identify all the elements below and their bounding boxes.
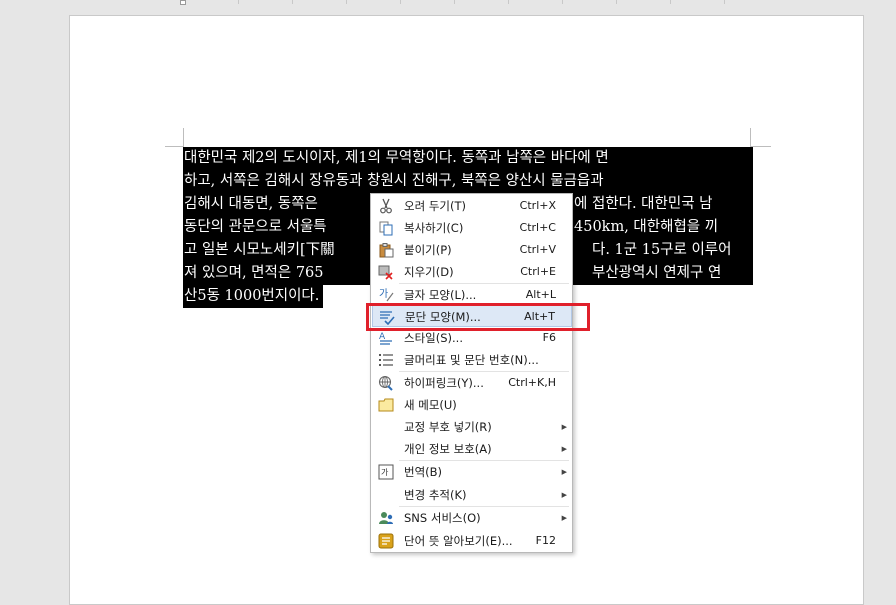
menu-item-label: 교정 부호 넣기(R) bbox=[404, 420, 492, 434]
horizontal-ruler[interactable] bbox=[0, 0, 896, 6]
menu-item-label: SNS 서비스(O) bbox=[404, 511, 481, 525]
ruler-tick bbox=[670, 0, 671, 4]
submenu-arrow-icon: ▶ bbox=[561, 514, 567, 522]
menu-item-label: 복사하기(C) bbox=[404, 221, 464, 235]
memo-icon bbox=[378, 397, 394, 413]
menu-item-label: 새 메모(U) bbox=[404, 398, 457, 412]
char-shape-icon: 가 bbox=[378, 287, 394, 303]
crop-mark bbox=[750, 128, 751, 147]
menu-item-track-changes[interactable]: 변경 추적(K) ▶ bbox=[372, 484, 572, 506]
menu-item-label: 단어 뜻 알아보기(E)... bbox=[404, 534, 513, 548]
menu-item-bullets-numbering[interactable]: 글머리표 및 문단 번호(N)... bbox=[372, 349, 572, 371]
submenu-arrow-icon: ▶ bbox=[561, 423, 567, 431]
menu-item-shortcut: Ctrl+C bbox=[519, 221, 556, 234]
text-line-left: 져 있으며, 면적은 765 bbox=[184, 265, 324, 281]
bullet-list-icon bbox=[378, 352, 394, 368]
text-line-right: 부산광역시 연제구 연 bbox=[592, 265, 722, 281]
menu-item-label: 글머리표 및 문단 번호(N)... bbox=[404, 353, 539, 367]
menu-item-label: 오려 두기(T) bbox=[404, 199, 466, 213]
svg-text:가: 가 bbox=[379, 288, 388, 300]
menu-item-translate[interactable]: 가 번역(B) ▶ bbox=[372, 461, 572, 483]
ruler-tick bbox=[616, 0, 617, 4]
ruler-tick bbox=[346, 0, 347, 4]
menu-item-label: 개인 정보 보호(A) bbox=[404, 442, 492, 456]
menu-item-privacy-protection[interactable]: 개인 정보 보호(A) ▶ bbox=[372, 438, 572, 460]
menu-item-label: 지우기(D) bbox=[404, 265, 454, 279]
erase-icon bbox=[378, 264, 394, 280]
ruler-tick bbox=[400, 0, 401, 4]
dictionary-icon bbox=[378, 533, 394, 549]
text-line-left: 김해시 대동면, 동쪽은 bbox=[184, 196, 318, 212]
text-line[interactable]: 산5동 1000번지이다. bbox=[183, 285, 324, 308]
crop-mark bbox=[165, 146, 183, 147]
crop-mark bbox=[183, 128, 184, 147]
menu-item-proofreading-marks[interactable]: 교정 부호 넣기(R) ▶ bbox=[372, 416, 572, 438]
menu-item-label: 변경 추적(K) bbox=[404, 488, 467, 502]
ruler-tick bbox=[724, 0, 725, 4]
submenu-arrow-icon: ▶ bbox=[561, 468, 567, 476]
submenu-arrow-icon: ▶ bbox=[561, 491, 567, 499]
menu-item-shortcut: Ctrl+V bbox=[519, 243, 556, 256]
text-line[interactable]: 하고, 서쪽은 김해시 장유동과 창원시 진해구, 북쪽은 양산시 물금읍과 bbox=[183, 170, 753, 193]
menu-item-shortcut: Ctrl+X bbox=[519, 199, 556, 212]
hyperlink-icon bbox=[378, 375, 394, 391]
menu-item-new-memo[interactable]: 새 메모(U) bbox=[372, 394, 572, 416]
translate-icon: 가 bbox=[378, 464, 394, 480]
text-line-right: 450km, 대한해협을 끼 bbox=[574, 219, 719, 235]
menu-item-shortcut: Ctrl+K,H bbox=[508, 376, 556, 389]
paste-icon bbox=[378, 242, 394, 258]
menu-item-copy[interactable]: 복사하기(C) Ctrl+C bbox=[372, 217, 572, 239]
text-line-right: 다. 1군 15구로 이루어 bbox=[592, 242, 732, 258]
ruler-tick bbox=[238, 0, 239, 4]
context-menu: 오려 두기(T) Ctrl+X 복사하기(C) Ctrl+C 붙이기(P) Ct… bbox=[370, 193, 573, 553]
text-line-left: 동단의 관문으로 서울특 bbox=[184, 219, 327, 235]
ruler-tick bbox=[454, 0, 455, 4]
sns-icon bbox=[378, 510, 394, 526]
menu-item-label: 붙이기(P) bbox=[404, 243, 452, 257]
menu-item-label: 번역(B) bbox=[404, 465, 443, 479]
menu-item-shortcut: F12 bbox=[535, 534, 556, 547]
text-line[interactable]: 대한민국 제2의 도시이자, 제1의 무역항이다. 동쪽과 남쪽은 바다에 면 bbox=[183, 147, 753, 170]
ruler-indent-marker[interactable] bbox=[180, 0, 186, 5]
ruler-tick bbox=[562, 0, 563, 4]
text-line-left: 고 일본 시모노세키[下關 bbox=[184, 242, 335, 258]
copy-icon bbox=[378, 220, 394, 236]
menu-item-paste[interactable]: 붙이기(P) Ctrl+V bbox=[372, 239, 572, 261]
menu-item-label: 하이퍼링크(Y)... bbox=[404, 376, 484, 390]
menu-item-hyperlink[interactable]: 하이퍼링크(Y)... Ctrl+K,H bbox=[372, 372, 572, 394]
crop-mark bbox=[751, 146, 771, 147]
submenu-arrow-icon: ▶ bbox=[561, 445, 567, 453]
scissors-icon bbox=[378, 198, 394, 214]
menu-item-word-lookup[interactable]: 단어 뜻 알아보기(E)... F12 bbox=[372, 530, 572, 552]
ruler-tick bbox=[508, 0, 509, 4]
style-icon: A bbox=[378, 330, 394, 346]
svg-text:가: 가 bbox=[381, 468, 389, 477]
menu-item-cut[interactable]: 오려 두기(T) Ctrl+X bbox=[372, 195, 572, 217]
text-line-right: 에 접한다. 대한민국 남 bbox=[574, 196, 713, 212]
ruler-tick bbox=[292, 0, 293, 4]
menu-item-delete[interactable]: 지우기(D) Ctrl+E bbox=[372, 261, 572, 283]
annotation-highlight-box bbox=[366, 303, 590, 331]
menu-item-sns-service[interactable]: SNS 서비스(O) ▶ bbox=[372, 507, 572, 529]
menu-item-shortcut: Ctrl+E bbox=[520, 265, 556, 278]
